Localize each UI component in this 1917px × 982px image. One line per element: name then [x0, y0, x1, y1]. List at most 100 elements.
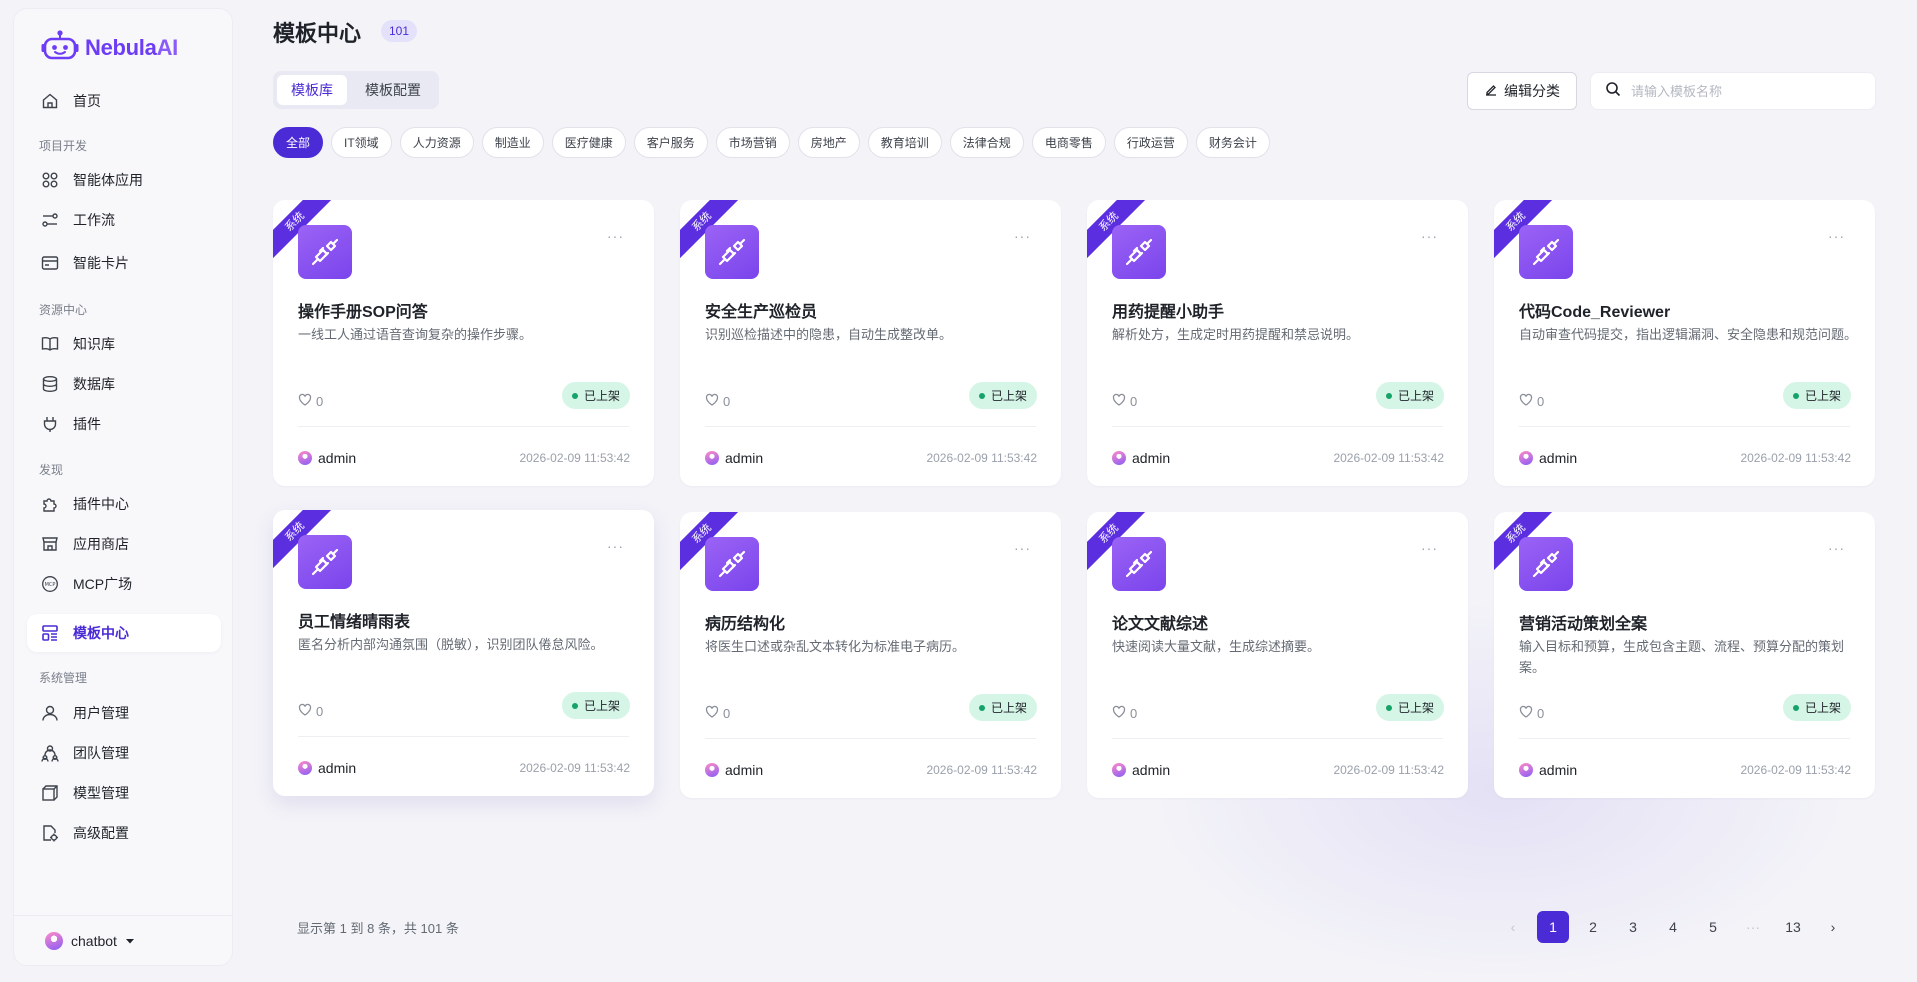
category-chip[interactable]: 制造业 [481, 127, 544, 158]
category-chip[interactable]: 客户服务 [633, 127, 708, 158]
page-button[interactable]: 4 [1657, 911, 1689, 943]
like-button[interactable]: 0 [1112, 393, 1137, 410]
template-card[interactable]: 系统 ··· 论文文献综述 快速阅读大量文献，生成综述摘要。 0 已上架 adm… [1087, 512, 1468, 798]
card-author: admin [1112, 450, 1170, 466]
tab-template-config[interactable]: 模板配置 [351, 75, 435, 105]
card-author: admin [298, 760, 356, 776]
like-button[interactable]: 0 [705, 705, 730, 722]
like-count: 0 [1537, 706, 1545, 721]
card-description: 输入目标和预算，生成包含主题、流程、预算分配的策划案。 [1519, 639, 1845, 675]
home-icon [41, 92, 59, 110]
page-button[interactable]: 5 [1697, 911, 1729, 943]
next-page-button[interactable]: › [1817, 911, 1849, 943]
nav-item-plugin-center[interactable]: 插件中心 [27, 485, 221, 523]
template-card[interactable]: 系统 ··· 代码Code_Reviewer 自动审查代码提交，指出逻辑漏洞、安… [1494, 200, 1875, 486]
nav-label: MCP广场 [73, 576, 133, 592]
category-chip[interactable]: 法律合规 [949, 127, 1024, 158]
page-button[interactable]: 2 [1577, 911, 1609, 943]
card-title: 用药提醒小助手 [1112, 304, 1225, 321]
heart-icon [705, 705, 719, 722]
page-button[interactable]: 13 [1777, 911, 1809, 943]
brand-logo[interactable]: NebulaAI [41, 29, 178, 66]
more-options-button[interactable]: ··· [1014, 540, 1031, 556]
nav-item-app-store[interactable]: 应用商店 [27, 525, 221, 563]
nav-item-teams[interactable]: 团队管理 [27, 734, 221, 772]
template-card[interactable]: 系统 ··· 营销活动策划全案 输入目标和预算，生成包含主题、流程、预算分配的策… [1494, 512, 1875, 798]
nav-item-users[interactable]: 用户管理 [27, 694, 221, 732]
edit-category-button[interactable]: 编辑分类 [1467, 72, 1577, 110]
card-description: 解析处方，生成定时用药提醒和禁忌说明。 [1112, 327, 1360, 342]
prev-page-button[interactable]: ‹ [1497, 911, 1529, 943]
nav-item-advanced[interactable]: 高级配置 [27, 814, 221, 852]
card-date: 2026-02-09 11:53:42 [519, 761, 630, 775]
page-button[interactable]: 1 [1537, 911, 1569, 943]
category-chip[interactable]: 行政运营 [1113, 127, 1188, 158]
category-chip[interactable]: 市场营销 [715, 127, 790, 158]
like-button[interactable]: 0 [298, 393, 323, 410]
card-description: 识别巡检描述中的隐患，自动生成整改单。 [705, 327, 953, 342]
more-options-button[interactable]: ··· [1828, 540, 1845, 556]
template-card[interactable]: 系统 ··· 操作手册SOP问答 一线工人通过语音查询复杂的操作步骤。 0 已上… [273, 200, 654, 486]
divider [705, 738, 1036, 739]
nav-item-smart-cards[interactable]: 智能卡片 [27, 244, 221, 282]
nav-item-mcp-square[interactable]: MCP MCP广场 [27, 565, 221, 603]
status-label: 已上架 [1804, 389, 1841, 403]
nav-item-agent-apps[interactable]: 智能体应用 [27, 161, 221, 199]
template-card[interactable]: 系统 ··· 病历结构化 将医生口述或杂乱文本转化为标准电子病历。 0 已上架 … [680, 512, 1061, 798]
card-title: 病历结构化 [705, 616, 786, 633]
like-button[interactable]: 0 [1112, 705, 1137, 722]
card-date: 2026-02-09 11:53:42 [1333, 763, 1444, 777]
template-card[interactable]: 系统 ··· 用药提醒小助手 解析处方，生成定时用药提醒和禁忌说明。 0 已上架 [1087, 200, 1468, 486]
category-chip[interactable]: 医疗健康 [551, 127, 626, 158]
more-options-button[interactable]: ··· [607, 538, 624, 554]
more-options-button[interactable]: ··· [1014, 228, 1031, 244]
category-chip[interactable]: 房地产 [797, 127, 860, 158]
user-menu[interactable]: chatbot [14, 915, 232, 965]
more-options-button[interactable]: ··· [607, 228, 624, 244]
like-button[interactable]: 0 [705, 393, 730, 410]
like-button[interactable]: 0 [1519, 393, 1544, 410]
nav-item-template-center[interactable]: 模板中心 [27, 614, 221, 652]
category-chip[interactable]: 全部 [273, 127, 324, 158]
tab-template-library[interactable]: 模板库 [277, 75, 347, 105]
divider [298, 736, 629, 737]
nav-item-knowledge[interactable]: 知识库 [27, 325, 221, 363]
divider [705, 426, 1036, 427]
more-options-button[interactable]: ··· [1421, 540, 1438, 556]
page-button[interactable]: 3 [1617, 911, 1649, 943]
category-chip[interactable]: IT领域 [331, 127, 392, 158]
search-input[interactable] [1631, 83, 1851, 99]
nav-item-home[interactable]: 首页 [27, 82, 221, 120]
template-card[interactable]: 系统 ··· 员工情绪晴雨表 匿名分析内部沟通氛围（脱敏），识别团队倦怠风险。 … [273, 510, 654, 796]
category-chip[interactable]: 电商零售 [1031, 127, 1106, 158]
category-chip[interactable]: 人力资源 [399, 127, 474, 158]
brand-name: NebulaAI [85, 34, 178, 60]
status-badge: 已上架 [1375, 694, 1444, 721]
status-badge: 已上架 [561, 692, 630, 719]
author-avatar [1519, 763, 1533, 777]
nav-item-models[interactable]: 模型管理 [27, 774, 221, 812]
nav-item-database[interactable]: 数据库 [27, 365, 221, 403]
svg-text:MCP: MCP [45, 582, 56, 588]
grid-icon [41, 171, 59, 189]
category-chip[interactable]: 教育培训 [867, 127, 942, 158]
nav-item-workflow[interactable]: 工作流 [27, 201, 221, 239]
nav-label: 高级配置 [73, 825, 129, 841]
mcp-icon: MCP [41, 575, 59, 593]
status-dot-icon [571, 392, 578, 399]
nav-label: 插件 [73, 416, 101, 432]
category-chip[interactable]: 财务会计 [1195, 127, 1270, 158]
status-badge: 已上架 [1375, 382, 1444, 409]
like-button[interactable]: 0 [1519, 705, 1544, 722]
page-ellipsis[interactable]: ··· [1737, 911, 1769, 943]
like-button[interactable]: 0 [298, 703, 323, 720]
status-badge: 已上架 [1782, 382, 1851, 409]
nav-item-plugins[interactable]: 插件 [27, 405, 221, 443]
template-card[interactable]: 系统 ··· 安全生产巡检员 识别巡检描述中的隐患，自动生成整改单。 0 已上架 [680, 200, 1061, 486]
nav-section-dev: 项目开发 [39, 139, 88, 153]
more-options-button[interactable]: ··· [1421, 228, 1438, 244]
card-description: 匿名分析内部沟通氛围（脱敏），识别团队倦怠风险。 [298, 637, 604, 652]
more-options-button[interactable]: ··· [1828, 228, 1845, 244]
plug-icon [1112, 537, 1166, 591]
author-name: admin [1132, 762, 1171, 778]
